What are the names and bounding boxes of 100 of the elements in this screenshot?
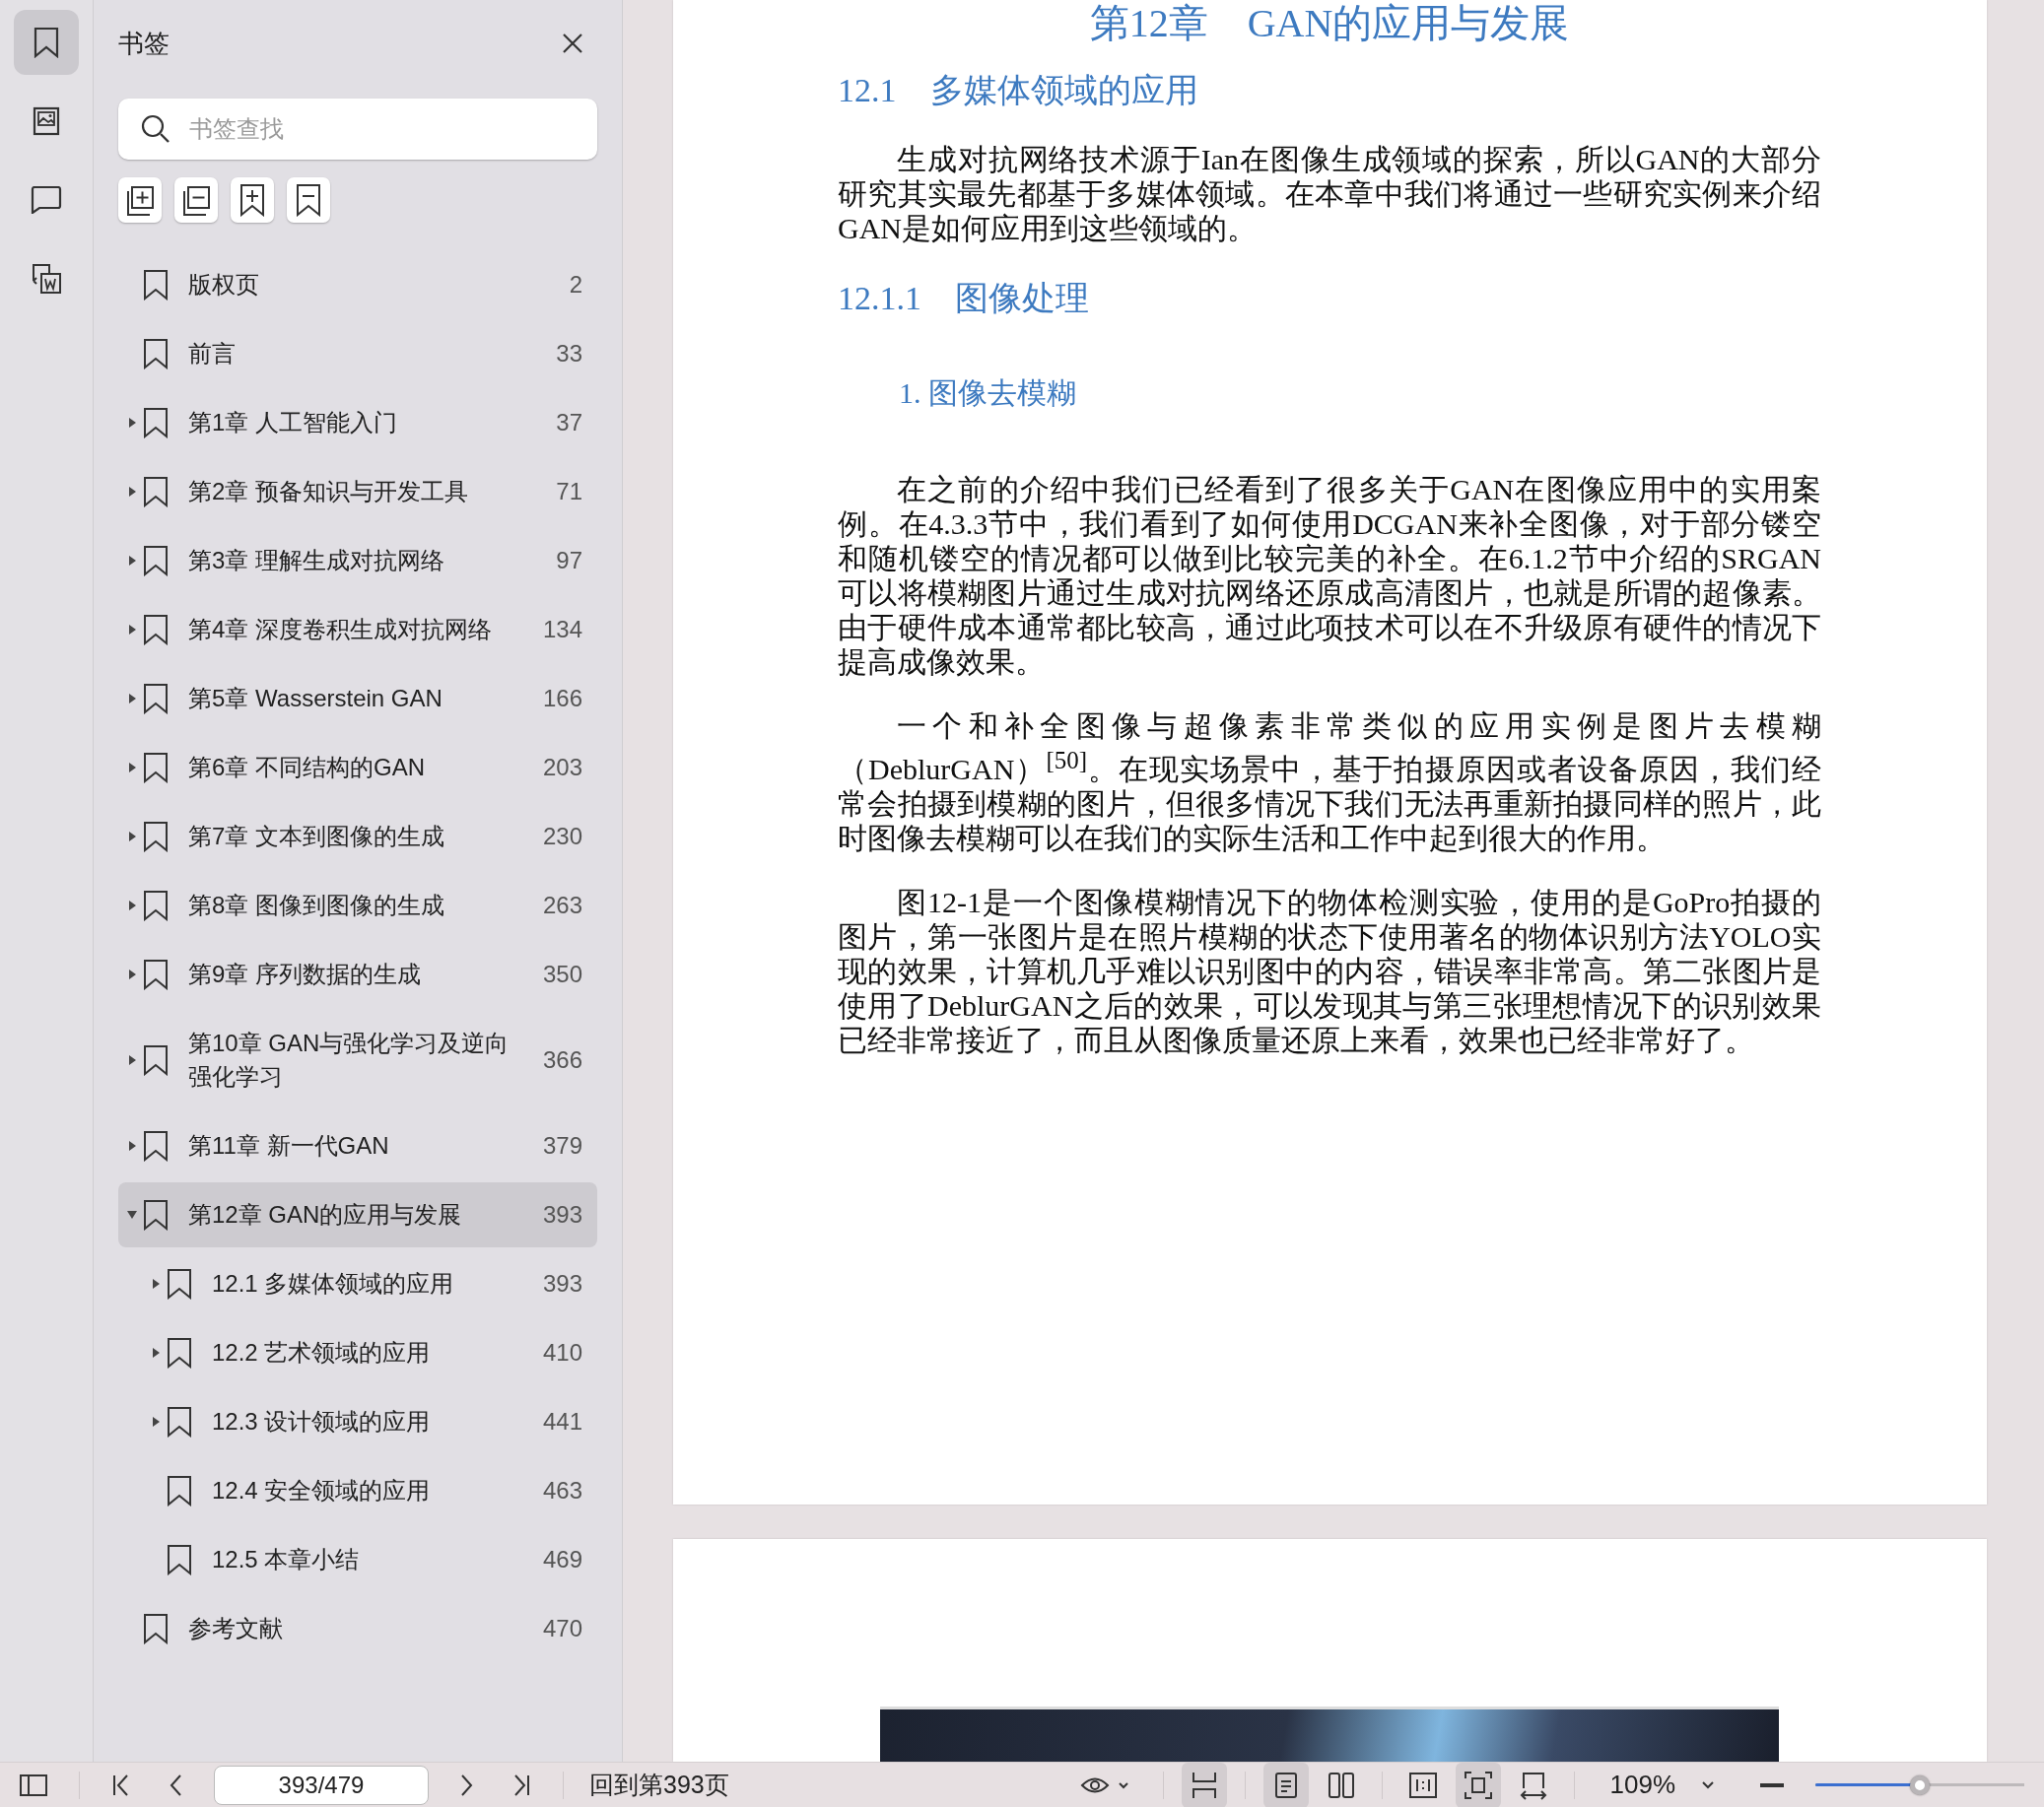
bookmark-item[interactable]: 版权页 2 [118,252,597,317]
close-icon [562,33,583,54]
collapsed-triangle-icon[interactable] [126,555,138,567]
page-number: 393 [542,1270,582,1298]
fit-page-icon [1463,1770,1493,1800]
bookmark-item[interactable]: 第12章 GAN的应用与发展 393 [118,1182,597,1247]
fit-width-icon [1518,1770,1548,1800]
search-field[interactable]: 书签查找 [118,99,597,160]
collapsed-triangle-icon[interactable] [126,486,138,498]
panel-title: 书签 [118,27,170,60]
bookmark-icon [167,1475,192,1506]
bookmark-item[interactable]: 第7章 文本到图像的生成 230 [118,804,597,869]
body-paragraph: 一个和补全图像与超像素非常类似的应用实例是图片去模糊（DeblurGAN）$^{[50]}$。在现实场景中，基于拍摄原因或者设备原因，我们经常会拍摄到模糊的图片，但很多情况下我们无法再重新拍摄同样的照片，此时图像去模糊可以在我们的实际生活和工作中起到很大的作用。 [838,708,1821,855]
bookmark-item[interactable]: 12.3 设计领域的应用 441 [118,1389,597,1454]
bookmark-icon [167,1337,192,1369]
zoom-level-dropdown[interactable]: 109% [1609,1770,1675,1800]
bookmark-label: 第6章 不同结构的GAN [188,753,427,782]
caret-icon[interactable] [1701,1779,1715,1790]
page-number: 379 [542,1132,582,1160]
view-option-button[interactable] [1455,1762,1501,1807]
first-page-icon [111,1773,131,1797]
bookmark-icon [167,1406,192,1438]
bookmark-label: 第8章 图像到图像的生成 [188,891,445,920]
bookmark-icon [143,1130,169,1162]
expand-all-button[interactable] [118,177,162,223]
collapsed-triangle-icon[interactable] [150,1416,162,1428]
view-option-button[interactable] [1262,1762,1309,1807]
collapsed-triangle-icon[interactable] [126,900,138,911]
bookmark-icon [34,27,59,58]
expanded-triangle-icon[interactable] [126,1209,138,1221]
bookmark-icon [143,338,169,369]
bookmark-icon [167,1544,192,1575]
bookmark-item[interactable]: 第10章 GAN与强化学习及逆向强化学习 366 [118,1011,597,1109]
go-to-page-link[interactable]: 回到第393页 [589,1769,729,1801]
collapsed-triangle-icon[interactable] [126,762,138,773]
bookmark-item[interactable]: 第4章 深度卷积生成对抗网络 134 [118,597,597,662]
page-number: 37 [556,409,582,436]
two-page-icon [1326,1770,1356,1800]
bookmark-icon [143,269,169,301]
remove-bookmark-button[interactable] [287,177,330,223]
collapsed-triangle-icon[interactable] [126,969,138,980]
rail-tab[interactable] [14,10,79,75]
bookmark-icon [143,614,169,645]
bookmark-label: 版权页 [188,270,260,300]
page-number: 97 [556,547,582,574]
bookmark-label: 第7章 文本到图像的生成 [188,822,445,851]
topic-heading: 1. 图像去模糊 [899,375,1077,411]
bookmark-icon [143,407,169,438]
page-number: 463 [542,1477,582,1505]
collapsed-triangle-icon[interactable] [126,693,138,704]
bookmark-icon [143,752,169,783]
bookmark-item[interactable]: 第6章 不同结构的GAN 203 [118,735,597,800]
bookmark-label: 12.3 设计领域的应用 [212,1407,432,1437]
bookmark-item[interactable]: 第2章 预备知识与开发工具 71 [118,459,597,524]
document-convert-icon [31,263,62,295]
bookmark-item[interactable]: 12.1 多媒体领域的应用 393 [118,1251,597,1316]
bookmark-item[interactable]: 前言 33 [118,321,597,386]
page-number: 134 [542,616,582,643]
bookmark-item[interactable]: 12.4 安全领域的应用 463 [118,1458,597,1523]
chevron-left-icon [169,1773,182,1797]
bookmark-label: 12.1 多媒体领域的应用 [212,1269,455,1299]
last-page-icon [511,1773,531,1797]
bookmark-icon [143,890,169,921]
collapsed-triangle-icon[interactable] [126,417,138,429]
collapse-all-button[interactable] [174,177,218,223]
comment-icon [31,186,62,214]
bookmark-item[interactable]: 第3章 理解生成对抗网络 97 [118,528,597,593]
bookmark-icon [143,1199,169,1231]
bookmark-item[interactable]: 第5章 Wasserstein GAN 166 [118,666,597,731]
page-number: 71 [556,478,582,505]
bookmark-icon [143,821,169,852]
bookmark-item[interactable]: 第1章 人工智能入门 37 [118,390,597,455]
collapsed-triangle-icon[interactable] [150,1278,162,1290]
collapsed-triangle-icon[interactable] [126,624,138,636]
page-number: 469 [542,1546,582,1573]
body-paragraph: 在之前的介绍中我们已经看到了很多关于GAN在图像应用中的实用案例。在4.3.3节中，我们看到了如何使用DCGAN来补全图像，对于部分镂空和随机镂空的情况都可以做到比较完美的补全。在6.1.2节中介绍的SRGAN可以将模糊图片通过生成对抗网络还原成高清图片，也就是所谓的超像素。由于硬件成本通常都比较高，通过此项技术可以在不升级原有硬件的情况下提高成像效果。 [838,472,1821,679]
collapsed-triangle-icon[interactable] [126,831,138,842]
slider-thumb[interactable] [1910,1774,1930,1795]
bookmark-item[interactable]: 12.5 本章小结 469 [118,1527,597,1592]
bookmark-label: 第2章 预备知识与开发工具 [188,477,469,506]
bookmark-minus-icon [296,183,321,217]
collapsed-triangle-icon[interactable] [126,1140,138,1152]
bookmark-label: 第10章 GAN与强化学习及逆向强化学习 [188,1029,511,1092]
page-number: 410 [542,1339,582,1367]
page-number: 230 [542,823,582,850]
view-option-button[interactable] [1181,1762,1227,1807]
bookmark-item[interactable]: 第11章 新一代GAN 379 [118,1113,597,1178]
bookmark-item[interactable]: 第9章 序列数据的生成 350 [118,942,597,1007]
bookmark-item[interactable]: 参考文献 470 [118,1596,597,1661]
bookmark-item[interactable]: 第8章 图像到图像的生成 263 [118,873,597,938]
image-icon [33,106,60,136]
collapsed-triangle-icon[interactable] [150,1347,162,1359]
chevron-right-icon [460,1773,474,1797]
collapsed-triangle-icon[interactable] [126,1054,138,1066]
page-number-field[interactable]: 393/479 [214,1765,429,1805]
bookmark-item[interactable]: 12.2 艺术领域的应用 410 [118,1320,597,1385]
body-paragraph: 生成对抗网络技术源于Ian在图像生成领域的探索，所以GAN的大部分研究其实最先都基于多媒体领域。在本章中我们将通过一些研究实例来介绍GAN是如何应用到这些领域的。 [838,142,1821,245]
bookmark-icon [143,545,169,576]
add-bookmark-button[interactable] [231,177,274,223]
bookmark-label: 前言 [188,339,237,368]
